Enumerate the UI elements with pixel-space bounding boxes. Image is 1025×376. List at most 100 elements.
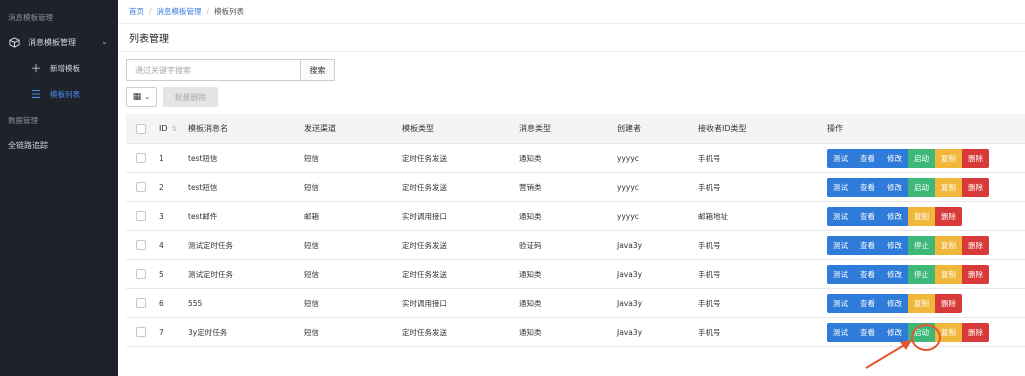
- action-button[interactable]: 测试: [827, 264, 854, 284]
- search-button[interactable]: 搜索: [301, 59, 335, 81]
- column-toggle-button[interactable]: ▦ ⌄: [126, 87, 157, 107]
- action-button[interactable]: 修改: [881, 235, 908, 255]
- action-button[interactable]: 删除: [962, 148, 989, 168]
- action-button[interactable]: 修改: [881, 206, 908, 226]
- row-select-cell: [126, 269, 156, 279]
- action-button[interactable]: 查看: [854, 206, 881, 226]
- action-button[interactable]: 修改: [881, 293, 908, 313]
- table-row: 2 test短信 短信 定时任务发送 营销类 yyyyc 手机号 测试 查看 修改 启动 复制 删除: [126, 173, 1025, 202]
- cell-id: 1: [159, 153, 164, 163]
- sort-icon[interactable]: ⇅: [172, 125, 178, 133]
- cell-creator: yyyyc: [617, 182, 639, 192]
- action-button[interactable]: 删除: [962, 322, 989, 342]
- action-button[interactable]: 复制: [935, 235, 962, 255]
- row-select-cell: [126, 240, 156, 250]
- action-button[interactable]: 复制: [935, 177, 962, 197]
- select-all-cell: [126, 123, 156, 134]
- row-actions: 测试 查看 修改 停止 复制 删除: [827, 264, 1025, 284]
- cell-name: 测试定时任务: [188, 240, 233, 250]
- header-id[interactable]: ID ⇅: [156, 124, 188, 133]
- row-checkbox[interactable]: [136, 269, 146, 279]
- search-bar: 搜索: [126, 59, 335, 81]
- main-content: 首页 / 消息模板管理 / 模板列表 列表管理 搜索 ▦ ⌄ 批量删除 ID ⇅ …: [118, 0, 1025, 376]
- cell-channel: 短信: [304, 182, 319, 192]
- cell-name: test短信: [188, 182, 218, 192]
- table-body: 1 test短信 短信 定时任务发送 通知类 yyyyc 手机号 测试 查看 修改 启动 复制 删除 2 t…: [126, 144, 1025, 347]
- cell-type: 实时调用接口: [402, 211, 447, 221]
- action-button[interactable]: 启动: [908, 177, 935, 197]
- action-button[interactable]: 删除: [935, 293, 962, 313]
- action-button[interactable]: 修改: [881, 177, 908, 197]
- row-checkbox[interactable]: [136, 153, 146, 163]
- row-actions: 测试 查看 修改 复制 删除: [827, 206, 1025, 226]
- cube-icon: [8, 36, 20, 48]
- sidebar: 消息模板管理 消息模板管理 ⌄ ＋ 新增模板 ☰ 模板列表 数据管理 全链路追踪: [0, 0, 118, 376]
- breadcrumb-current: 模板列表: [214, 7, 245, 16]
- row-select-cell: [126, 153, 156, 163]
- row-actions: 测试 查看 修改 启动 复制 删除: [827, 177, 1025, 197]
- action-button[interactable]: 测试: [827, 235, 854, 255]
- action-button[interactable]: 停止: [908, 235, 935, 255]
- action-button[interactable]: 复制: [935, 264, 962, 284]
- action-button[interactable]: 测试: [827, 322, 854, 342]
- batch-delete-button[interactable]: 批量删除: [163, 87, 218, 107]
- cell-type: 定时任务发送: [402, 240, 447, 250]
- action-button[interactable]: 复制: [935, 148, 962, 168]
- breadcrumb-parent[interactable]: 消息模板管理: [157, 6, 202, 17]
- cell-creator: Java3y: [617, 269, 643, 279]
- search-input[interactable]: [126, 59, 301, 81]
- row-checkbox[interactable]: [136, 182, 146, 192]
- cell-name: 555: [188, 298, 203, 308]
- action-button[interactable]: 复制: [908, 206, 935, 226]
- header-channel: 发送渠道: [304, 124, 336, 133]
- action-button[interactable]: 删除: [962, 177, 989, 197]
- breadcrumb-separator: /: [206, 7, 210, 16]
- action-button[interactable]: 测试: [827, 177, 854, 197]
- cell-channel: 短信: [304, 269, 319, 279]
- action-button[interactable]: 启动: [908, 148, 935, 168]
- sidebar-group-template-management[interactable]: 消息模板管理 ⌄: [0, 29, 118, 55]
- cell-type: 定时任务发送: [402, 182, 447, 192]
- action-button[interactable]: 删除: [962, 264, 989, 284]
- action-button[interactable]: 停止: [908, 264, 935, 284]
- action-button[interactable]: 查看: [854, 264, 881, 284]
- sidebar-item-trace[interactable]: 全链路追踪: [0, 132, 118, 158]
- sidebar-item-new-template[interactable]: ＋ 新增模板: [0, 55, 118, 81]
- action-button[interactable]: 删除: [962, 235, 989, 255]
- action-button[interactable]: 复制: [908, 293, 935, 313]
- table-header-row: ID ⇅ 模板消息名 发送渠道 模板类型 消息类型 创建者 接收者ID类型 操作: [126, 114, 1025, 144]
- action-button[interactable]: 查看: [854, 235, 881, 255]
- header-ops: 操作: [827, 124, 843, 133]
- table-row: 5 测试定时任务 短信 定时任务发送 通知类 Java3y 手机号 测试 查看 修改 停止 复制 删除: [126, 260, 1025, 289]
- action-button[interactable]: 查看: [854, 148, 881, 168]
- action-button[interactable]: 修改: [881, 148, 908, 168]
- action-button[interactable]: 查看: [854, 293, 881, 313]
- cell-channel: 短信: [304, 327, 319, 337]
- action-button[interactable]: 修改: [881, 264, 908, 284]
- header-msg-type: 消息类型: [519, 124, 551, 133]
- cell-receiver: 手机号: [698, 240, 721, 250]
- row-checkbox[interactable]: [136, 327, 146, 337]
- action-button[interactable]: 测试: [827, 148, 854, 168]
- row-checkbox[interactable]: [136, 240, 146, 250]
- table-toolbar: ▦ ⌄ 批量删除: [126, 87, 218, 107]
- action-button[interactable]: 查看: [854, 177, 881, 197]
- cell-channel: 短信: [304, 240, 319, 250]
- sidebar-section-title: 数据管理: [8, 116, 38, 125]
- action-button[interactable]: 测试: [827, 293, 854, 313]
- cell-id: 7: [159, 327, 164, 337]
- action-button[interactable]: 测试: [827, 206, 854, 226]
- row-checkbox[interactable]: [136, 298, 146, 308]
- list-icon: ☰: [31, 87, 41, 101]
- select-all-checkbox[interactable]: [136, 123, 146, 134]
- sidebar-item-template-list[interactable]: ☰ 模板列表: [0, 81, 118, 107]
- cell-creator: Java3y: [617, 240, 643, 250]
- row-checkbox[interactable]: [136, 211, 146, 221]
- header-creator: 创建者: [617, 124, 641, 133]
- breadcrumb-home[interactable]: 首页: [129, 6, 144, 17]
- action-button[interactable]: 删除: [935, 206, 962, 226]
- page-title: 列表管理: [118, 24, 1025, 52]
- plus-icon: ＋: [30, 62, 42, 75]
- cell-msg-type: 通知类: [519, 327, 542, 337]
- header-type: 模板类型: [402, 124, 434, 133]
